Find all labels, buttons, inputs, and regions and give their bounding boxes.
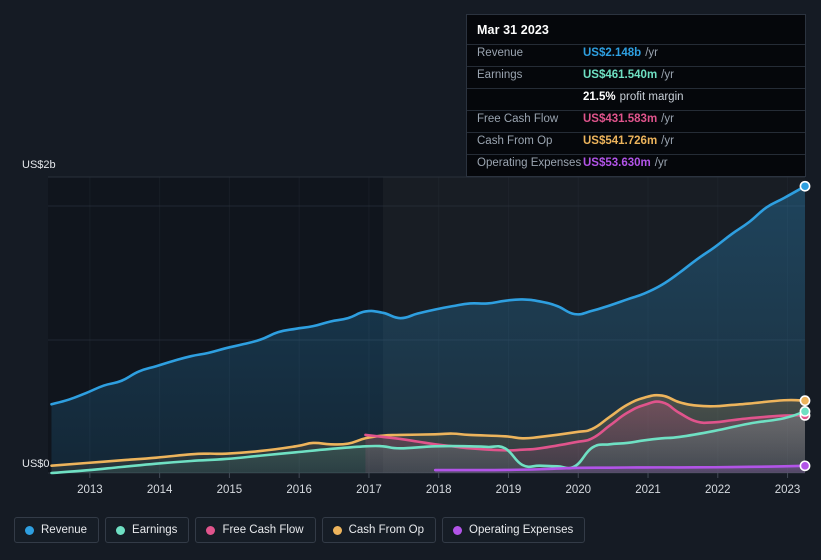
legend-color-dot-icon [25, 525, 34, 535]
chart-legend: Revenue Earnings Free Cash Flow Cash From O… [14, 517, 586, 543]
x-axis-tick-2020: 2020 [565, 484, 592, 496]
legend-item-label: Revenue [41, 524, 88, 536]
legend-item-operating-expenses[interactable]: Operating Expenses [442, 517, 586, 543]
legend-item-cash-from-op[interactable]: Cash From Op [321, 517, 437, 543]
tooltip-row-margin: 21.5% profit margin [467, 88, 805, 110]
tooltip-row-label: Revenue [477, 47, 524, 59]
x-axis-tick-2014: 2014 [146, 484, 173, 496]
x-axis-tick-2023: 2023 [774, 484, 801, 496]
tooltip-row-value: US$541.726m [583, 135, 658, 147]
endpoint-earnings [799, 405, 811, 417]
x-axis-tick-2017: 2017 [356, 484, 382, 496]
tooltip-row-value: US$2.148b [583, 47, 642, 59]
legend-item-label: Free Cash Flow [222, 524, 304, 536]
tooltip-row-earnings: Earnings US$461.540m/yr [467, 66, 805, 88]
tooltip-row-label: Free Cash Flow [477, 113, 559, 125]
tooltip-row-fcf: Free Cash Flow US$431.583m/yr [467, 110, 805, 132]
legend-color-dot-icon [453, 525, 463, 535]
legend-item-label: Operating Expenses [469, 524, 574, 536]
tooltip-row-value: US$53.630m [583, 157, 651, 169]
tooltip-row-value: 21.5% [583, 91, 616, 103]
tooltip-row-unit: /yr [661, 135, 674, 147]
x-axis-tick-2018: 2018 [425, 484, 452, 496]
x-axis-tick-2016: 2016 [286, 484, 312, 496]
tooltip-row-value: US$461.540m [583, 69, 658, 81]
y-axis-top-label: US$2b [22, 159, 56, 171]
tooltip-row-label: Cash From Op [477, 135, 553, 147]
tooltip-row-label: Earnings [477, 69, 523, 81]
endpoint-revenue [799, 180, 811, 192]
legend-item-label: Earnings [132, 524, 178, 536]
legend-color-dot-icon [116, 525, 126, 535]
y-axis-zero-label: US$0 [22, 458, 50, 470]
tooltip-row-unit: profit margin [619, 91, 684, 103]
tooltip-rows: Revenue US$2.148b/yr Earnings US$461.540m/y… [467, 44, 805, 176]
legend-item-revenue[interactable]: Revenue [14, 517, 100, 543]
tooltip-row-cfo: Cash From Op US$541.726m/yr [467, 132, 805, 154]
tooltip-row-unit: /yr [654, 157, 668, 169]
tooltip-row-revenue: Revenue US$2.148b/yr [467, 44, 805, 66]
endpoint-cash-from-op [799, 395, 811, 407]
tooltip-row-value: US$431.583m [583, 113, 658, 125]
x-axis-tick-2021: 2021 [635, 484, 661, 496]
x-axis-tick-2022: 2022 [704, 484, 731, 496]
legend-item-free-cash-flow[interactable]: Free Cash Flow [195, 517, 316, 543]
tooltip-date: Mar 31 2023 [477, 23, 549, 37]
legend-color-dot-icon [332, 525, 342, 535]
x-axis-tick-2019: 2019 [495, 484, 522, 496]
data-tooltip-card: Mar 31 2023 Revenue US$2.148b/yr Earnings U… [466, 14, 806, 177]
tooltip-row-label: Operating Expenses [477, 157, 582, 169]
financial-performance-chart: US$2b US$0 2013 2014 2015 2016 2017 2018 2019 2… [0, 0, 821, 560]
tooltip-row-unit: /yr [661, 69, 674, 81]
x-axis-tick-2015: 2015 [216, 484, 243, 496]
legend-item-earnings[interactable]: Earnings [105, 517, 190, 543]
tooltip-row-unit: /yr [661, 113, 674, 125]
x-axis-tick-2013: 2013 [77, 484, 103, 496]
endpoint-operating-expenses [799, 460, 811, 472]
tooltip-row-opex: Operating Expenses US$53.630m/yr [467, 154, 805, 176]
tooltip-row-unit: /yr [645, 47, 658, 59]
legend-color-dot-icon [206, 525, 216, 535]
legend-item-label: Cash From Op [348, 524, 425, 536]
